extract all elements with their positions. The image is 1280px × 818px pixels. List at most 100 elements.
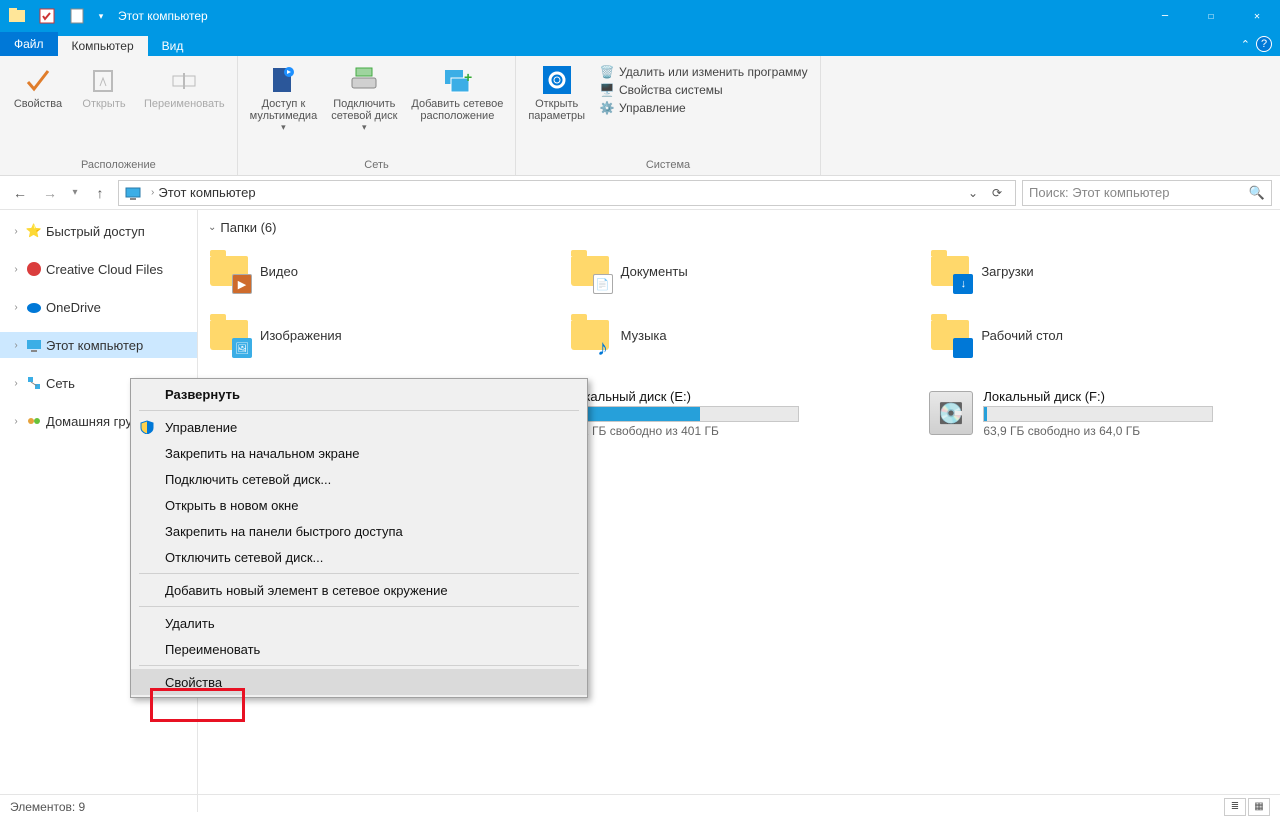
ctx-disconnect-netdrive[interactable]: Отключить сетевой диск... <box>131 544 587 570</box>
ribbon-system-stack: 🗑️ Удалить или изменить программу 🖥️ Сво… <box>595 60 812 120</box>
search-placeholder: Поиск: Этот компьютер <box>1029 185 1169 200</box>
expand-icon[interactable]: › <box>10 416 22 427</box>
context-menu: Развернуть Управление Закрепить на начал… <box>130 378 588 698</box>
ribbon: Свойства Открыть Переименовать Расположе… <box>0 56 1280 176</box>
qat-dropdown-icon[interactable] <box>62 0 92 32</box>
quick-access-toolbar: ▾ <box>0 0 110 32</box>
chevron-down-icon[interactable]: ⌄ <box>208 222 216 233</box>
ribbon-open-settings-button[interactable]: Открыть параметры <box>524 60 589 126</box>
ctx-add-net-element[interactable]: Добавить новый элемент в сетевое окружен… <box>131 577 587 603</box>
ribbon-manage-button[interactable]: ⚙️ Управление <box>599 100 686 116</box>
ribbon-uninstall-button[interactable]: 🗑️ Удалить или изменить программу <box>599 64 808 80</box>
network-icon <box>26 375 42 391</box>
separator <box>139 606 579 607</box>
chevron-right-icon[interactable]: › <box>151 187 154 198</box>
ctx-open-new-window[interactable]: Открыть в новом окне <box>131 492 587 518</box>
nav-recent-button[interactable]: ▾ <box>68 181 82 205</box>
uninstall-icon: 🗑️ <box>599 64 615 80</box>
folder-downloads[interactable]: ↓ Загрузки <box>929 243 1270 299</box>
expand-icon[interactable]: › <box>10 226 22 237</box>
view-details-button[interactable]: ≣ <box>1224 798 1246 816</box>
expand-icon[interactable]: › <box>10 340 22 351</box>
ctx-pin-quick[interactable]: Закрепить на панели быстрого доступа <box>131 518 587 544</box>
folders-grid: ▶ Видео 📄 Документы ↓ Загрузки 🖼 Изображ… <box>208 243 1270 363</box>
drive-f[interactable]: 💽 Локальный диск (F:) 63,9 ГБ свободно и… <box>929 381 1270 445</box>
nav-back-button[interactable]: ← <box>8 181 32 205</box>
monitor-icon: 🖥️ <box>599 82 615 98</box>
address-dropdown-icon[interactable]: ⌄ <box>961 186 985 200</box>
document-badge-icon: 📄 <box>593 274 613 294</box>
folder-music[interactable]: ♪ Музыка <box>569 307 910 363</box>
ribbon-properties-button[interactable]: Свойства <box>8 60 68 114</box>
hdd-icon: 💽 <box>929 391 973 435</box>
star-icon: ⭐ <box>26 223 42 239</box>
ribbon-open-button: Открыть <box>74 60 134 114</box>
media-icon <box>267 64 299 96</box>
ribbon-tabs: Файл Компьютер Вид ⌃ ? <box>0 32 1280 56</box>
folder-icon: ↓ <box>929 250 971 292</box>
separator <box>139 573 579 574</box>
group-header-folders[interactable]: ⌄ Папки (6) <box>208 220 1270 235</box>
minimize-button[interactable]: ─ <box>1142 0 1188 32</box>
ctx-pin-start[interactable]: Закрепить на начальном экране <box>131 440 587 466</box>
expand-icon[interactable]: › <box>10 264 22 275</box>
drive-e[interactable]: Локальный диск (E:) 171 ГБ свободно из 4… <box>569 381 910 445</box>
separator <box>139 410 579 411</box>
shield-icon <box>139 419 155 435</box>
ribbon-map-drive-button[interactable]: Подключить сетевой диск ▾ <box>327 60 401 137</box>
add-network-icon: + <box>441 64 473 96</box>
download-badge-icon: ↓ <box>953 274 973 294</box>
tab-computer[interactable]: Компьютер <box>58 36 148 56</box>
drive-usage-bar <box>983 406 1213 422</box>
expand-icon[interactable]: › <box>10 302 22 313</box>
svg-text:+: + <box>464 69 472 85</box>
refresh-icon[interactable]: ⟳ <box>985 186 1009 200</box>
ribbon-sysprops-button[interactable]: 🖥️ Свойства системы <box>599 82 723 98</box>
manage-icon: ⚙️ <box>599 100 615 116</box>
tree-onedrive[interactable]: › OneDrive <box>0 294 197 320</box>
close-button[interactable]: ✕ <box>1234 0 1280 32</box>
folder-documents[interactable]: 📄 Документы <box>569 243 910 299</box>
tab-view[interactable]: Вид <box>148 36 198 56</box>
ctx-expand[interactable]: Развернуть <box>131 381 587 407</box>
gear-icon <box>541 64 573 96</box>
checkmark-icon <box>22 64 54 96</box>
tab-file[interactable]: Файл <box>0 32 58 56</box>
address-bar[interactable]: › Этот компьютер ⌄ ⟳ <box>118 180 1016 206</box>
ctx-rename[interactable]: Переименовать <box>131 636 587 662</box>
ctx-manage[interactable]: Управление <box>131 414 587 440</box>
ribbon-group-system: Открыть параметры 🗑️ Удалить или изменит… <box>516 56 820 175</box>
qat-chevron-icon[interactable]: ▾ <box>92 0 110 32</box>
view-icons-button[interactable]: ▦ <box>1248 798 1270 816</box>
maximize-button[interactable]: ☐ <box>1188 0 1234 32</box>
folder-icon: 🖼 <box>208 314 250 356</box>
ctx-delete[interactable]: Удалить <box>131 610 587 636</box>
pc-icon <box>26 337 42 353</box>
folder-icon: ▶ <box>208 250 250 292</box>
desktop-badge-icon <box>953 338 973 358</box>
nav-up-button[interactable]: ↑ <box>88 181 112 205</box>
ctx-properties[interactable]: Свойства <box>131 669 587 695</box>
expand-icon[interactable]: › <box>10 378 22 389</box>
folder-pictures[interactable]: 🖼 Изображения <box>208 307 549 363</box>
explorer-icon <box>2 0 32 32</box>
pc-icon <box>125 185 141 201</box>
help-icon[interactable]: ? <box>1256 36 1272 52</box>
breadcrumb-root[interactable]: Этот компьютер <box>158 185 255 200</box>
tree-quick-access[interactable]: › ⭐ Быстрый доступ <box>0 218 197 244</box>
folder-videos[interactable]: ▶ Видео <box>208 243 549 299</box>
tree-this-pc[interactable]: › Этот компьютер <box>0 332 197 358</box>
ribbon-add-netloc-button[interactable]: + Добавить сетевое расположение <box>407 60 507 126</box>
network-drive-icon <box>348 64 380 96</box>
video-badge-icon: ▶ <box>232 274 252 294</box>
collapse-ribbon-icon[interactable]: ⌃ <box>1241 38 1250 51</box>
qat-properties-icon[interactable] <box>32 0 62 32</box>
ctx-connect-netdrive[interactable]: Подключить сетевой диск... <box>131 466 587 492</box>
title-bar: ▾ Этот компьютер ─ ☐ ✕ <box>0 0 1280 32</box>
status-item-count: Элементов: 9 <box>10 800 85 814</box>
ribbon-media-access-button[interactable]: Доступ к мультимедиа ▾ <box>246 60 322 137</box>
tree-creative-cloud[interactable]: › Creative Cloud Files <box>0 256 197 282</box>
search-input[interactable]: Поиск: Этот компьютер 🔍 <box>1022 180 1272 206</box>
folder-desktop[interactable]: Рабочий стол <box>929 307 1270 363</box>
search-icon[interactable]: 🔍 <box>1249 185 1265 201</box>
